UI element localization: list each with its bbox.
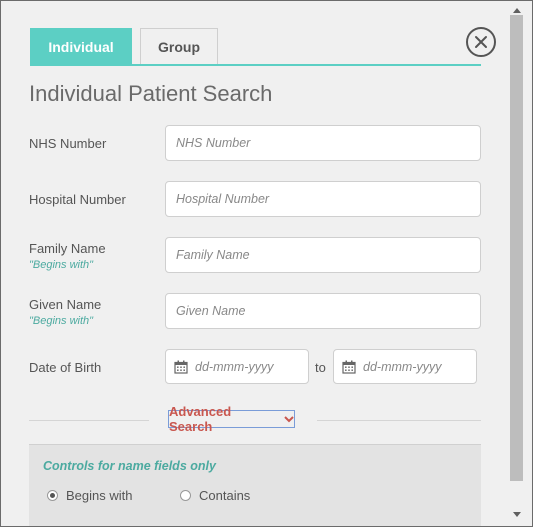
family-name-label: Family Name: [29, 241, 106, 256]
nhs-number-input[interactable]: NHS Number: [165, 125, 481, 161]
radio-begins-with[interactable]: Begins with: [47, 488, 132, 503]
close-button[interactable]: [466, 27, 496, 57]
close-icon: [475, 36, 487, 48]
tab-individual[interactable]: Individual: [30, 28, 132, 65]
family-name-hint: "Begins with": [29, 259, 94, 271]
tab-group[interactable]: Group: [140, 28, 218, 65]
calendar-icon[interactable]: [342, 360, 356, 374]
advanced-search-toggle[interactable]: Advanced Search: [168, 404, 295, 434]
radio-contains[interactable]: Contains: [180, 488, 250, 503]
dob-from-placeholder: dd-mmm-yyyy: [195, 359, 274, 374]
tab-underline: [30, 64, 481, 66]
chevron-down-icon: [284, 415, 294, 423]
advanced-controls-panel: [29, 444, 481, 526]
divider-right: [317, 420, 481, 421]
scroll-down-arrow-icon[interactable]: [510, 509, 523, 519]
controls-title: Controls for name fields only: [43, 459, 216, 473]
dob-to-placeholder: dd-mmm-yyyy: [363, 359, 442, 374]
divider-left: [29, 420, 149, 421]
given-name-hint: "Begins with": [29, 315, 94, 327]
dob-to-input[interactable]: dd-mmm-yyyy: [333, 349, 477, 384]
scrollbar-thumb[interactable]: [510, 15, 523, 481]
calendar-icon[interactable]: [174, 360, 188, 374]
nhs-number-label: NHS Number: [29, 136, 107, 151]
family-name-input[interactable]: Family Name: [165, 237, 481, 273]
scroll-up-arrow-icon[interactable]: [510, 5, 523, 15]
page-title: Individual Patient Search: [29, 81, 273, 106]
dob-to-label: to: [315, 360, 326, 375]
hospital-number-input[interactable]: Hospital Number: [165, 181, 481, 217]
hospital-number-label: Hospital Number: [29, 192, 126, 207]
date-of-birth-label: Date of Birth: [29, 360, 102, 375]
radio-unselected-indicator[interactable]: [180, 490, 191, 501]
given-name-input[interactable]: Given Name: [165, 293, 481, 329]
patient-search-dialog: Individual Group Individual Patient Sear…: [0, 0, 533, 527]
dob-from-input[interactable]: dd-mmm-yyyy: [165, 349, 309, 384]
advanced-search-label: Advanced Search: [169, 404, 232, 434]
radio-selected-indicator[interactable]: [47, 490, 58, 501]
given-name-label: Given Name: [29, 297, 102, 312]
radio-begins-with-label: Begins with: [66, 488, 133, 503]
radio-contains-label: Contains: [199, 488, 251, 503]
